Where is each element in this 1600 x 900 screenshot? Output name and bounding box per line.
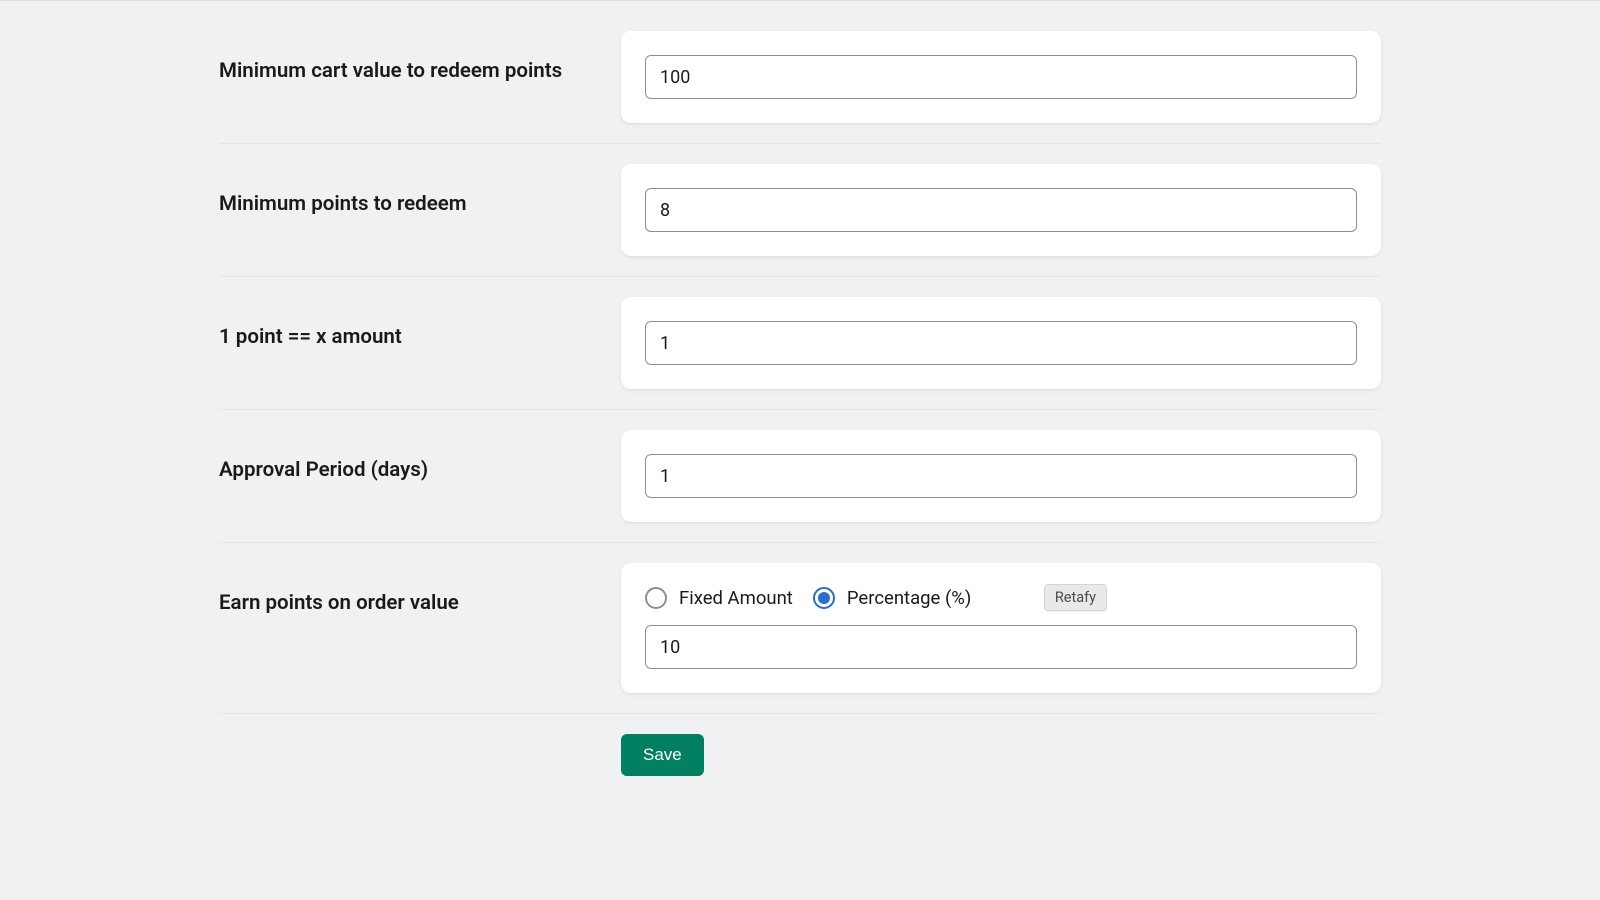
radio-percentage-label: Percentage (%): [847, 587, 971, 609]
form-actions: Save: [219, 734, 1381, 776]
input-min-points[interactable]: [645, 188, 1357, 232]
row-min-cart-value: Minimum cart value to redeem points: [219, 31, 1381, 144]
brand-badge: Retafy: [1044, 584, 1107, 611]
radio-percentage[interactable]: Percentage (%): [813, 587, 971, 609]
row-min-points: Minimum points to redeem: [219, 164, 1381, 277]
earn-type-radio-group: Fixed Amount Percentage (%) Retafy: [645, 587, 1357, 609]
card-earn-points: Fixed Amount Percentage (%) Retafy: [621, 563, 1381, 693]
save-button[interactable]: Save: [621, 734, 704, 776]
input-point-amount[interactable]: [645, 321, 1357, 365]
card-point-amount: [621, 297, 1381, 389]
label-min-cart-value: Minimum cart value to redeem points: [219, 31, 621, 83]
radio-fixed-amount[interactable]: Fixed Amount: [645, 587, 793, 609]
label-earn-points: Earn points on order value: [219, 563, 621, 615]
radio-icon: [645, 587, 667, 609]
radio-fixed-label: Fixed Amount: [679, 587, 793, 609]
card-min-cart-value: [621, 31, 1381, 123]
label-min-points: Minimum points to redeem: [219, 164, 621, 216]
card-min-points: [621, 164, 1381, 256]
input-min-cart-value[interactable]: [645, 55, 1357, 99]
row-earn-points: Earn points on order value Fixed Amount …: [219, 563, 1381, 714]
input-earn-value[interactable]: [645, 625, 1357, 669]
row-approval-period: Approval Period (days): [219, 430, 1381, 543]
label-approval-period: Approval Period (days): [219, 430, 621, 482]
label-point-amount: 1 point == x amount: [219, 297, 621, 349]
input-approval-period[interactable]: [645, 454, 1357, 498]
radio-icon: [813, 587, 835, 609]
card-approval-period: [621, 430, 1381, 522]
row-point-amount: 1 point == x amount: [219, 297, 1381, 410]
settings-form: Minimum cart value to redeem points Mini…: [219, 1, 1381, 776]
